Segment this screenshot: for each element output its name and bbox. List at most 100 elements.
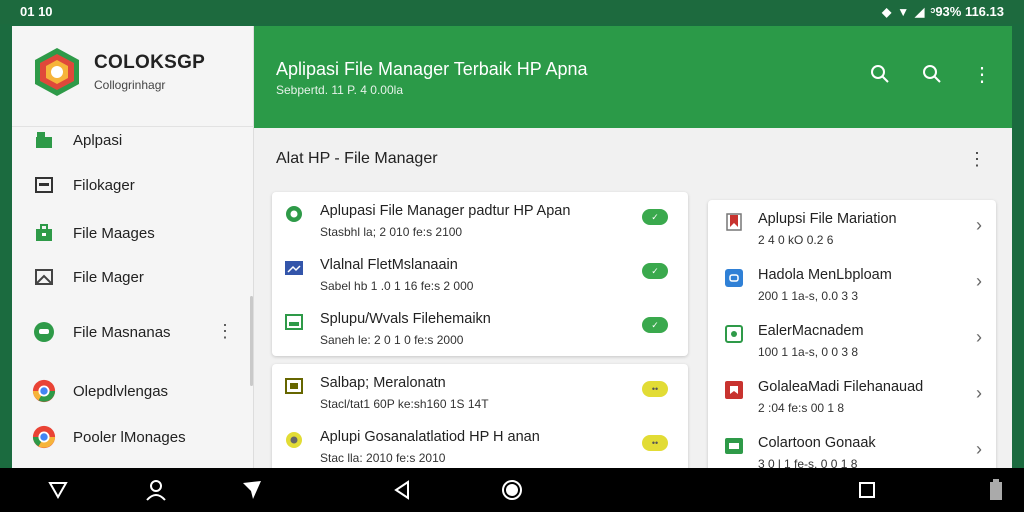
navigation-drawer: COLOKSGP Collogrinhagr Aplpasi Filokager…: [12, 26, 254, 468]
brand-subtitle: Collogrinhagr: [94, 78, 166, 92]
chat-icon: [32, 320, 56, 344]
status-icons: ◆ ▼ ◢ ᵓ93% 116.13: [882, 4, 1004, 19]
drawer-item-label: File Maages: [73, 224, 155, 242]
status-badge: ✓: [642, 209, 668, 225]
drawer-item-file-maages[interactable]: File Maages: [12, 213, 252, 253]
list-item-subtitle: Stacl/tat1 60P ke:sh160 1S 14T: [320, 397, 489, 411]
list-item-title: Aplupsi File Mariation: [758, 211, 897, 227]
drawer-item-aplpasi[interactable]: Aplpasi: [12, 120, 252, 160]
app-icon: [32, 128, 56, 152]
more-vert-icon[interactable]: ⋮: [216, 322, 234, 340]
status-time: 01 10: [20, 4, 53, 19]
list-item-subtitle: Stasbhl la; 2 010 fe:s 2100: [320, 225, 463, 239]
list-item-subtitle: Stac lla: 2010 fe:s 2010: [320, 451, 446, 465]
gear-icon: [284, 204, 304, 224]
drawer-item-label: Pooler lMonages: [73, 428, 186, 446]
list-item-title: Salbap; Meralonatn: [320, 375, 446, 391]
chevron-right-icon[interactable]: ›: [976, 271, 982, 292]
list-item[interactable]: EalerMacnadem 100 1 1a-s, 0 0 3 8 ›: [708, 312, 996, 364]
back-triangle-icon[interactable]: [46, 478, 70, 502]
list-item-title: EalerMacnadem: [758, 323, 864, 339]
image-icon: [32, 265, 56, 289]
image-icon: [284, 376, 304, 396]
chrome-icon: [32, 379, 56, 403]
main-content: Alat HP - File Manager ⋮ Aplupasi File M…: [254, 128, 1012, 480]
drawer-item-file-masnanas[interactable]: File Masnanas ⋮: [12, 312, 252, 352]
app-bar: Aplipasi File Manager Terbaik HP Apna Se…: [254, 26, 1012, 128]
list-item-title: Colartoon Gonaak: [758, 435, 876, 451]
drawer-item-filokager[interactable]: Filokager: [12, 165, 252, 205]
chevron-right-icon[interactable]: ›: [976, 327, 982, 348]
list-item[interactable]: GolaleaMadi Filehanauad 2 :04 fe:s 00 1 …: [708, 368, 996, 420]
signal-icon: ◢: [915, 4, 925, 19]
image-icon: [724, 324, 744, 344]
user-icon[interactable]: [144, 478, 168, 502]
list-item-title: GolaleaMadi Filehanauad: [758, 379, 924, 395]
brand-logo-icon: [35, 48, 79, 96]
status-badge: ••: [642, 381, 668, 397]
page-subtitle: Sebpertd. 11 P. 4 0.00la: [276, 83, 403, 97]
gear-icon: [284, 430, 304, 450]
status-bar: 01 10 ◆ ▼ ◢ ᵓ93% 116.13: [0, 0, 1024, 24]
folder-icon: [724, 436, 744, 456]
list-item-subtitle: Saneh le: 2 0 1 0 fe:s 2000: [320, 333, 464, 347]
brand-name: COLOKSGP: [94, 52, 206, 73]
back-icon[interactable]: [390, 478, 414, 502]
search-icon[interactable]: [862, 56, 898, 92]
list-item[interactable]: Vlalnal FletMslanaain Sabel hb 1 .0 1 16…: [272, 246, 688, 298]
drawer-item-label: File Mager: [73, 268, 144, 286]
drawer-scrollbar[interactable]: [250, 296, 253, 386]
drawer-item-label: Aplpasi: [73, 131, 123, 149]
more-vert-icon[interactable]: ⋮: [964, 56, 1000, 92]
search-icon[interactable]: [914, 56, 950, 92]
location-icon: ◆: [882, 4, 892, 19]
list-item[interactable]: Aplupi Gosanalatlatiod HP H anan Stac ll…: [272, 418, 688, 470]
image-icon: [284, 312, 304, 332]
drawer-item-file-mager[interactable]: File Mager: [12, 257, 252, 297]
list-item[interactable]: Splupu/Wvals Filehemaikn Saneh le: 2 0 1…: [272, 300, 688, 352]
section-title: Alat HP - File Manager: [276, 150, 438, 167]
list-item-subtitle: Sabel hb 1 .0 1 16 fe:s 2 000: [320, 279, 474, 293]
file-list-card: Salbap; Meralonatn Stacl/tat1 60P ke:sh1…: [272, 364, 688, 474]
drawer-item-pooler-lmonages[interactable]: Pooler lMonages: [12, 417, 252, 457]
list-item[interactable]: Hadola MenLbploam 200 1 1a-s, 0.0 3 3 ›: [708, 256, 996, 308]
battery-text: ᵓ93% 116.13: [930, 4, 1004, 19]
battery-icon: [984, 478, 1008, 502]
folder-icon: [32, 173, 56, 197]
list-item[interactable]: Aplupsi File Mariation 2 4 0 kO 0.2 6 ›: [708, 200, 996, 252]
home-icon[interactable]: [500, 478, 524, 502]
status-badge: ✓: [642, 317, 668, 333]
drawer-header: COLOKSGP Collogrinhagr: [32, 46, 205, 98]
chat-icon: [724, 268, 744, 288]
system-nav-bar: [0, 468, 1024, 512]
wifi-icon: ▼: [897, 4, 910, 19]
more-vert-icon[interactable]: ⋮: [968, 150, 986, 168]
file-list-card: Aplupsi File Mariation 2 4 0 kO 0.2 6 › …: [708, 200, 996, 480]
status-badge: ••: [642, 435, 668, 451]
chevron-right-icon[interactable]: ›: [976, 439, 982, 460]
list-item-title: Splupu/Wvals Filehemaikn: [320, 311, 491, 327]
drawer-item-label: File Masnanas: [73, 323, 171, 341]
chevron-right-icon[interactable]: ›: [976, 215, 982, 236]
list-item-title: Hadola MenLbploam: [758, 267, 892, 283]
list-item-title: Aplupasi File Manager padtur HP Apan: [320, 203, 571, 219]
drawer-item-label: Filokager: [73, 176, 135, 194]
briefcase-icon: [32, 221, 56, 245]
bookmark-icon: [724, 212, 744, 232]
list-item-subtitle: 200 1 1a-s, 0.0 3 3: [758, 289, 859, 303]
navigation-arrow-icon[interactable]: [240, 478, 264, 502]
list-item[interactable]: Salbap; Meralonatn Stacl/tat1 60P ke:sh1…: [272, 364, 688, 416]
bookmark-icon: [724, 380, 744, 400]
list-item-subtitle: 2 4 0 kO 0.2 6: [758, 233, 834, 247]
recents-icon[interactable]: [855, 478, 879, 502]
drawer-item-label: Olepdlvlengas: [73, 382, 169, 400]
list-item-subtitle: 100 1 1a-s, 0 0 3 8: [758, 345, 859, 359]
chrome-icon: [32, 425, 56, 449]
chevron-right-icon[interactable]: ›: [976, 383, 982, 404]
status-badge: ✓: [642, 263, 668, 279]
list-item-title: Vlalnal FletMslanaain: [320, 257, 458, 273]
list-item-title: Aplupi Gosanalatlatiod HP H anan: [320, 429, 540, 445]
drawer-item-olepdlvlengas[interactable]: Olepdlvlengas: [12, 371, 252, 411]
file-list-card: Aplupasi File Manager padtur HP Apan Sta…: [272, 192, 688, 356]
list-item[interactable]: Aplupasi File Manager padtur HP Apan Sta…: [272, 192, 688, 244]
